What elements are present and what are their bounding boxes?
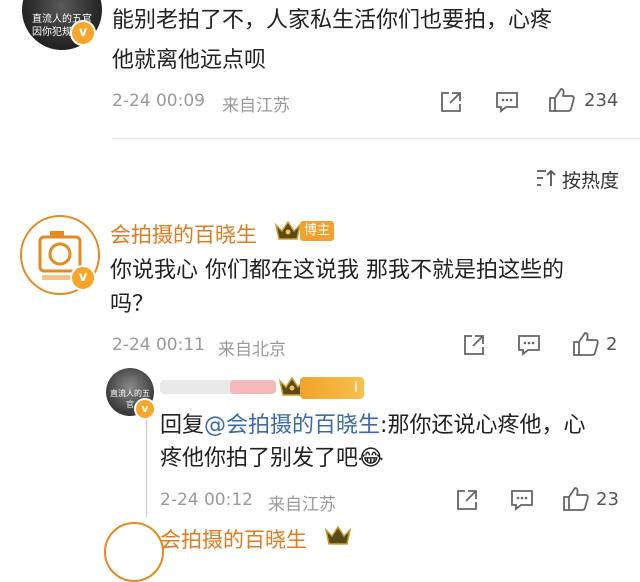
sort-icon[interactable] (536, 169, 556, 187)
avatar[interactable] (104, 522, 164, 582)
divider (112, 138, 640, 139)
reply-text: 疼他你拍了别发了吧😂 (160, 440, 384, 478)
username-redacted (230, 380, 276, 394)
like-icon[interactable] (572, 331, 600, 357)
reply-prefix: 回复 (160, 413, 205, 438)
like-icon[interactable] (562, 486, 590, 512)
comment-location: 来自北京 (218, 340, 286, 360)
username[interactable]: 会拍摄的百晓生 (160, 524, 307, 554)
comment-text: 他就离他远点呗 (112, 48, 267, 73)
share-icon[interactable] (463, 334, 485, 356)
comment-icon[interactable] (510, 489, 534, 511)
mention-link[interactable]: @会拍摄的百晓生 (204, 413, 380, 438)
comment-icon[interactable] (495, 91, 519, 113)
share-icon[interactable] (440, 91, 462, 113)
comment-location: 来自江苏 (268, 495, 336, 515)
like-count: 2 (606, 334, 618, 355)
share-icon[interactable] (456, 489, 478, 511)
comment-time: 2-24 00:09 (112, 91, 205, 111)
level-badge: I (300, 377, 364, 399)
blogger-badge: 博主 (300, 221, 334, 241)
reply-thread-line (146, 418, 147, 518)
comment-text: 能别老拍了不，人家私生活你们也要拍，心疼 (112, 8, 553, 33)
comment-text: 吗？ (110, 292, 155, 317)
like-count: 234 (584, 90, 619, 111)
reply-text-rest: :那你还说心疼他，心 (380, 413, 586, 438)
crown-icon (274, 219, 302, 243)
verified-badge-icon: v (70, 265, 96, 291)
comment-text: 你说我心 你们都在这说我 那我不就是拍这些的 (110, 258, 564, 283)
comment-location: 来自江苏 (222, 96, 290, 116)
comment-time: 2-24 00:12 (160, 490, 253, 510)
sort-by-hot-button[interactable]: 按热度 (562, 166, 619, 193)
verified-badge-icon: v (70, 20, 96, 46)
comment-icon[interactable] (517, 334, 541, 356)
like-count: 23 (596, 489, 619, 510)
laughing-emoji-icon: 😂 (358, 446, 384, 471)
username[interactable]: 会拍摄的百晓生 (110, 219, 257, 249)
like-icon[interactable] (548, 87, 576, 113)
comment-time: 2-24 00:11 (112, 335, 205, 355)
verified-badge-icon: v (134, 398, 156, 420)
reply-text-line2: 疼他你拍了别发了吧 (160, 446, 359, 471)
crown-icon (324, 524, 352, 548)
